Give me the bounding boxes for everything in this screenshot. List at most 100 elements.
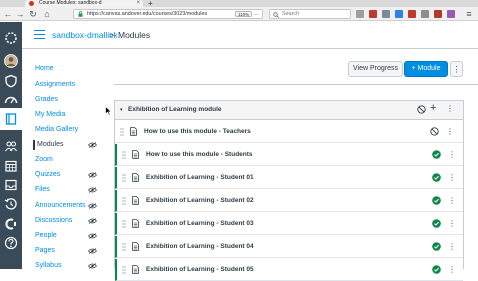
published-check-icon[interactable] bbox=[432, 173, 441, 182]
admin-shield-icon[interactable] bbox=[4, 74, 18, 88]
module-header[interactable]: ▾ Exhibition of Learning module + ⋮ bbox=[115, 101, 463, 120]
item-settings-icon[interactable]: ⋮ bbox=[448, 149, 456, 160]
drag-handle-icon[interactable] bbox=[122, 151, 126, 159]
global-navigation bbox=[0, 22, 22, 269]
add-module-button[interactable]: + Module bbox=[404, 61, 448, 77]
published-check-icon[interactable] bbox=[432, 196, 441, 205]
course-nav-discussions[interactable]: Discussions bbox=[35, 216, 72, 226]
extension-icon[interactable] bbox=[421, 10, 429, 18]
mouse-pointer-icon bbox=[105, 106, 112, 116]
course-nav-people[interactable]: People bbox=[35, 231, 57, 241]
drag-handle-icon[interactable] bbox=[122, 220, 126, 228]
extension-icon[interactable] bbox=[395, 10, 403, 18]
course-nav-syllabus[interactable]: Syllabus bbox=[35, 261, 61, 271]
course-menu-toggle[interactable] bbox=[34, 30, 45, 39]
reload-icon[interactable]: ↻ bbox=[28, 9, 38, 19]
module-item-title[interactable]: Exhibition of Learning - Student 02 bbox=[146, 196, 254, 206]
logo-icon[interactable] bbox=[4, 31, 18, 45]
courses-nav-active[interactable] bbox=[0, 108, 22, 130]
breadcrumb-course-link[interactable]: sandbox-dmallick bbox=[52, 29, 118, 41]
module-item-title[interactable]: How to use this module - Teachers bbox=[144, 127, 251, 137]
course-nav-zoom[interactable]: Zoom bbox=[35, 155, 53, 165]
module-item-title[interactable]: Exhibition of Learning - Student 05 bbox=[146, 265, 254, 275]
module-item-title[interactable]: Exhibition of Learning - Student 04 bbox=[146, 242, 254, 252]
zoom-level-badge[interactable]: 110% bbox=[235, 11, 253, 17]
drag-handle-icon[interactable] bbox=[122, 266, 126, 274]
header-divider bbox=[22, 48, 478, 49]
published-check-icon[interactable] bbox=[432, 242, 441, 251]
dashboard-icon[interactable] bbox=[4, 93, 18, 107]
extension-icon[interactable] bbox=[356, 10, 364, 18]
course-nav-modules[interactable]: Modules bbox=[33, 140, 63, 150]
extension-icon[interactable] bbox=[382, 10, 390, 18]
module-item-row[interactable]: How to use this module - Students ⋮ bbox=[115, 144, 463, 166]
item-settings-icon[interactable]: ⋮ bbox=[448, 264, 456, 275]
drag-handle-icon[interactable] bbox=[120, 128, 124, 136]
published-check-icon[interactable] bbox=[432, 150, 441, 159]
calendar-icon[interactable] bbox=[4, 159, 18, 173]
module-item-title[interactable]: Exhibition of Learning - Student 03 bbox=[146, 219, 254, 229]
drag-handle-icon[interactable] bbox=[122, 174, 126, 182]
extension-icon[interactable] bbox=[408, 10, 416, 18]
course-nav-home[interactable]: Home bbox=[35, 64, 54, 74]
view-progress-button[interactable]: View Progress bbox=[348, 61, 403, 77]
module-item-row[interactable]: Exhibition of Learning - Student 01 ⋮ bbox=[115, 167, 463, 189]
home-icon[interactable]: ⌂ bbox=[42, 9, 52, 19]
drag-handle-icon[interactable] bbox=[122, 197, 126, 205]
module-item-row[interactable]: Exhibition of Learning - Student 04 ⋮ bbox=[115, 236, 463, 258]
course-nav-grades[interactable]: Grades bbox=[35, 95, 58, 105]
drag-handle-icon[interactable] bbox=[122, 243, 126, 251]
module-item-title[interactable]: Exhibition of Learning - Student 01 bbox=[146, 173, 254, 183]
module-item-row[interactable]: How to use this module - Teachers ⋮ bbox=[115, 121, 463, 143]
module-item-row[interactable]: Exhibition of Learning - Student 05 ⋮ bbox=[115, 259, 463, 281]
page-right-margin bbox=[468, 85, 478, 269]
url-text[interactable]: https://canvas.andover.edu/courses/3023/… bbox=[87, 10, 207, 19]
collapse-caret-icon[interactable]: ▾ bbox=[120, 106, 123, 114]
item-settings-icon[interactable]: ⋮ bbox=[448, 218, 456, 229]
published-check-icon[interactable] bbox=[432, 219, 441, 228]
item-settings-icon[interactable]: ⋮ bbox=[446, 126, 454, 137]
inbox-icon[interactable] bbox=[4, 178, 18, 192]
help-icon[interactable] bbox=[4, 236, 18, 250]
course-nav-assignments[interactable]: Assignments bbox=[35, 80, 75, 90]
groups-icon[interactable] bbox=[4, 139, 18, 153]
page-document-icon bbox=[132, 242, 139, 251]
course-nav-pages[interactable]: Pages bbox=[35, 246, 55, 256]
module-settings-icon[interactable]: ⋮ bbox=[446, 103, 454, 114]
history-icon[interactable] bbox=[4, 197, 18, 211]
course-nav-announcements[interactable]: Announcements bbox=[35, 201, 86, 211]
unpublished-icon[interactable] bbox=[430, 127, 439, 136]
page-document-icon bbox=[132, 196, 139, 205]
extension-icon[interactable] bbox=[447, 10, 455, 18]
extension-icon[interactable] bbox=[369, 10, 377, 18]
published-check-icon[interactable] bbox=[432, 265, 441, 274]
course-nav-files[interactable]: Files bbox=[35, 185, 50, 195]
module-item-row[interactable]: Exhibition of Learning - Student 02 ⋮ bbox=[115, 190, 463, 212]
module-item-row[interactable]: Exhibition of Learning - Student 03 ⋮ bbox=[115, 213, 463, 235]
course-nav-media-gallery[interactable]: Media Gallery bbox=[35, 125, 78, 135]
canvas-favicon-icon bbox=[29, 1, 34, 6]
page-actions-button[interactable]: … bbox=[253, 10, 259, 18]
extension-icon[interactable] bbox=[434, 10, 442, 18]
address-bar[interactable]: https://canvas.andover.edu/courses/3023/… bbox=[73, 9, 263, 19]
item-settings-icon[interactable]: ⋮ bbox=[448, 195, 456, 206]
toolbar-divider bbox=[114, 84, 478, 85]
item-settings-icon[interactable]: ⋮ bbox=[448, 241, 456, 252]
item-settings-icon[interactable]: ⋮ bbox=[448, 172, 456, 183]
add-item-icon[interactable]: + bbox=[430, 102, 436, 115]
page-document-icon bbox=[130, 127, 137, 136]
module-item-title[interactable]: How to use this module - Students bbox=[146, 150, 253, 160]
commons-icon[interactable] bbox=[4, 217, 18, 231]
browser-tab[interactable]: Course Modules: sandbox-d × bbox=[25, 0, 143, 7]
account-avatar[interactable] bbox=[4, 54, 18, 68]
browser-menu-icon[interactable]: ≡ bbox=[464, 9, 474, 19]
courses-icon bbox=[5, 113, 17, 125]
browser-search-field[interactable]: Search bbox=[269, 9, 351, 19]
close-tab-icon[interactable]: × bbox=[136, 0, 140, 7]
unpublished-icon[interactable] bbox=[417, 105, 426, 114]
forward-arrow-icon[interactable]: → bbox=[15, 9, 25, 19]
back-arrow-icon[interactable]: ← bbox=[3, 9, 13, 19]
course-nav-quizzes[interactable]: Quizzes bbox=[35, 170, 60, 180]
modules-menu-button[interactable]: ⋮ bbox=[450, 61, 463, 77]
course-nav-my-media[interactable]: My Media bbox=[35, 110, 65, 120]
